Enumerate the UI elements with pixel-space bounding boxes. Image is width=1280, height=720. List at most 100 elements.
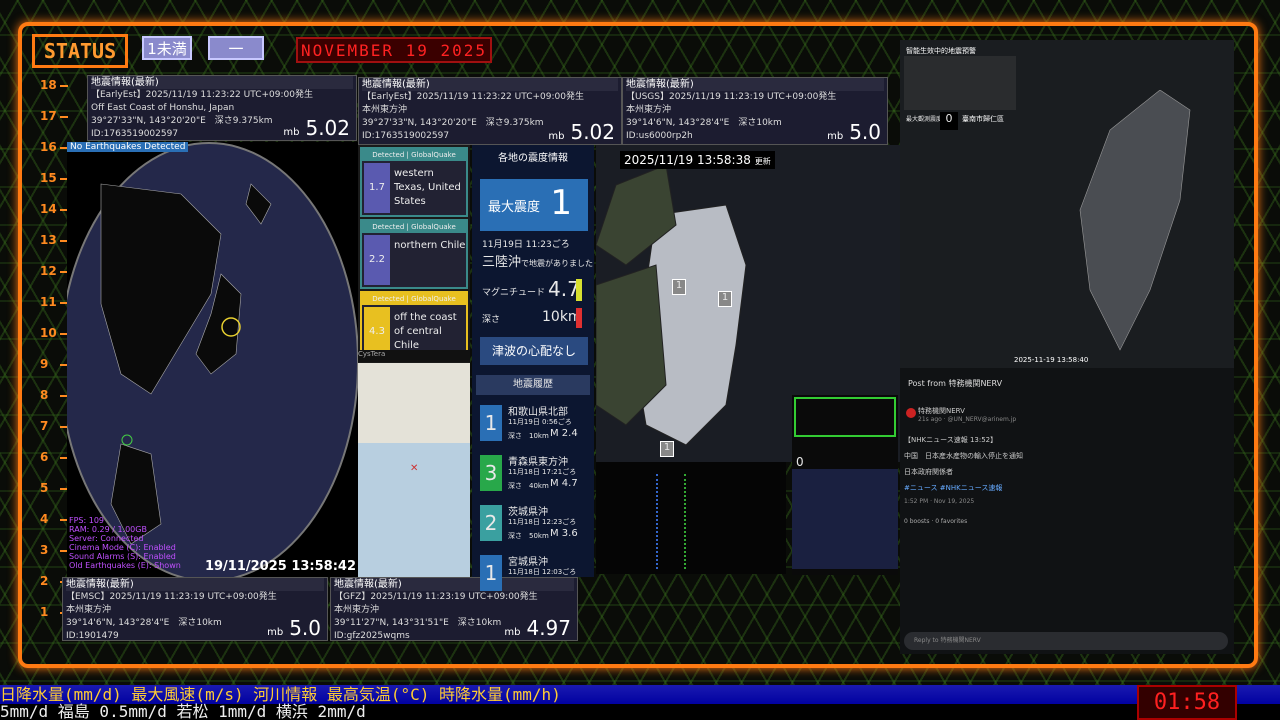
history-shindo: 1 [480,405,502,441]
card-title: Detected | GlobalQuake [362,149,466,161]
quake-line2: 本州東方沖 [626,105,672,115]
scale-label: 14 [40,202,57,216]
scale-label: 5 [40,481,49,495]
history-mag: M 3.6 [550,528,578,539]
scale-label: 18 [40,78,57,92]
history-time: 11月18日 12:23ごろ [508,518,577,526]
globalquake-card[interactable]: Detected | GlobalQuake 2.2 northern Chile [360,219,468,289]
quake-magnitude: mb 5.0 [827,120,881,144]
history-place: 和歌山県北部 [508,407,568,418]
history-item[interactable]: 2 茨城県沖 11月18日 12:23ごろ 深さ 50km M 3.6 [476,501,590,549]
scale-label: 2 [40,574,49,588]
digital-clock: 01:58 [1137,685,1237,720]
globe-stat-line: Server: Connected [69,534,144,543]
history-mag: M 4.7 [550,478,578,489]
quake-usgs: 地震情報(最新) 【USGS】2025/11/19 11:23:19 UTC+0… [622,77,888,145]
globe-stat-line: FPS: 109 [69,516,105,525]
globalquake-panel: Detected | GlobalQuake 1.7 western Texas, … [358,145,470,363]
post-counts: 0 boosts · 0 favorites [904,518,968,525]
reply-input[interactable]: Reply to 特務機関NERV [904,632,1228,650]
status-card [904,56,1016,110]
intensity-marker: 1 [672,279,686,295]
quake-line2: 本州東方沖 [362,105,408,115]
globe-stat-line: Sound Alarms (S): Enabled [69,552,176,561]
scale-label: 7 [40,419,49,433]
post-header[interactable]: Post from 特務機関NERV [908,378,1002,389]
quake-magnitude: mb 5.02 [548,120,615,144]
post-date: 1:52 PM · Nov 19, 2025 [904,498,975,505]
depth-label: 深さ [482,315,501,325]
taiwan-timestamp: 2025-11-19 13:58:40 [1014,356,1089,364]
post-user[interactable]: 特務機関NERV [918,406,965,416]
history-depth: 深さ 40km [508,482,549,490]
globalquake-footer: CysTera [358,350,470,362]
quake-magnitude: mb 5.02 [283,116,350,140]
kanto-dot-map [792,469,898,569]
avatar[interactable] [906,408,916,418]
globe-stats: FPS: 109 RAM: 0.29 / 1.00GB Server: Connec… [69,516,181,570]
quake-header: 地震情報(最新) [91,76,353,89]
alert-count: 0 [796,455,804,469]
quake-line2: 本州東方沖 [66,605,112,615]
globe-panel[interactable]: No Earthquakes Detected FPS: 109 RAM: 0.2… [67,142,358,577]
intensity-marker: 1 [660,441,674,457]
history-place: 茨城県沖 [508,507,548,518]
quake-line1: 【USGS】2025/11/19 11:23:19 UTC+09:00発生 [626,92,837,102]
history-shindo: 1 [480,555,502,591]
detection-banner: No Earthquakes Detected [67,142,189,152]
taiwan-map[interactable]: 智能生效中的地震預警 最大觀測震度 0 臺南市歸仁區 2025-11-19 13… [900,40,1234,368]
card-magnitude: 2.2 [364,235,390,285]
quake-earlyest-jp: 地震情報(最新) 【EarlyEst】2025/11/19 11:23:22 U… [358,77,622,145]
quake-line2: Off East Coast of Honshu, Japan [91,103,235,113]
scale-label: 17 [40,109,57,123]
quake-place: 三陸沖で地震がありました [482,255,594,270]
scale-label: 8 [40,388,49,402]
history-item[interactable]: 1 宮城県沖 11月18日 12:03ごろ [476,551,590,599]
dash-pill: 一 [208,36,264,60]
card-magnitude: 1.7 [364,163,390,213]
map-timestamp: 2025/11/19 13:58:38 更新 [620,151,775,169]
history-depth: 深さ 50km [508,532,549,540]
city-name: 臺南市歸仁區 [962,115,1004,123]
land-area [358,363,470,443]
quake-time: 11月19日 11:23ごろ [482,240,570,250]
history-shindo: 3 [480,455,502,491]
quake-earlyest-en: 地震情報(最新) 【EarlyEst】2025/11/19 11:23:22 U… [87,75,357,141]
scale-label: 10 [40,326,57,340]
landmass-shapes [100,183,272,545]
scale-tick [60,85,68,87]
nerv-title: 各地の震度情報 [498,153,568,164]
globalquake-card[interactable]: Detected | GlobalQuake 1.7 western Texas, … [360,147,468,217]
card-place: off the coast of central Chile [394,312,457,351]
history-title: 地震履歴 [476,375,590,395]
history-time: 11月18日 12:03ごろ [508,568,577,576]
social-post-panel: Post from 特務機関NERV 特務機関NERV 21s ago · @U… [900,368,1234,654]
alert-map: 0 [792,395,898,575]
history-mag: M 2.4 [550,428,578,439]
scale-label: 4 [40,512,49,526]
card-place: northern Chile [394,240,466,251]
intensity-scale: 18 17 16 15 14 13 12 11 10 9 8 7 6 5 4 3 2 1 [40,78,70,638]
weather-ticker-bottom: 5mm/d 福島 0.5mm/d 若松 1mm/d 横浜 2mm/d [0,704,1280,720]
nied-map [596,462,786,574]
alert-box [794,397,896,437]
globe-map[interactable] [67,142,358,577]
intensity-pill: 1未満 [142,36,192,60]
scale-label: 6 [40,450,49,464]
scale-label: 1 [40,605,49,619]
history-item[interactable]: 3 青森県東方沖 11月18日 17:21ごろ 深さ 40km M 4.7 [476,451,590,499]
coastline-map[interactable]: ✕ [358,363,470,577]
history-item[interactable]: 1 和歌山県北部 11月19日 0:56ごろ 深さ 10km M 2.4 [476,401,590,449]
quake-line1: 【EMSC】2025/11/19 11:23:19 UTC+09:00発生 [66,592,277,602]
scale-label: 12 [40,264,57,278]
quake-line1: 【EarlyEst】2025/11/19 11:23:22 UTC+09:00発… [362,92,584,102]
status-label: STATUS [32,34,128,68]
history-place: 宮城県沖 [508,557,548,568]
max-intensity-value: 1 [550,183,572,223]
globe-timestamp: 19/11/2025 13:58:42 [204,559,356,574]
card-title: Detected | GlobalQuake [362,293,466,305]
quake-header: 地震情報(最新) [362,78,618,91]
quake-line1: 【EarlyEst】2025/11/19 11:23:22 UTC+09:00発… [91,90,313,100]
intensity-marker: 1 [718,291,732,307]
post-handle: 21s ago · @UN_NERV@arinem.jp [918,416,1017,423]
